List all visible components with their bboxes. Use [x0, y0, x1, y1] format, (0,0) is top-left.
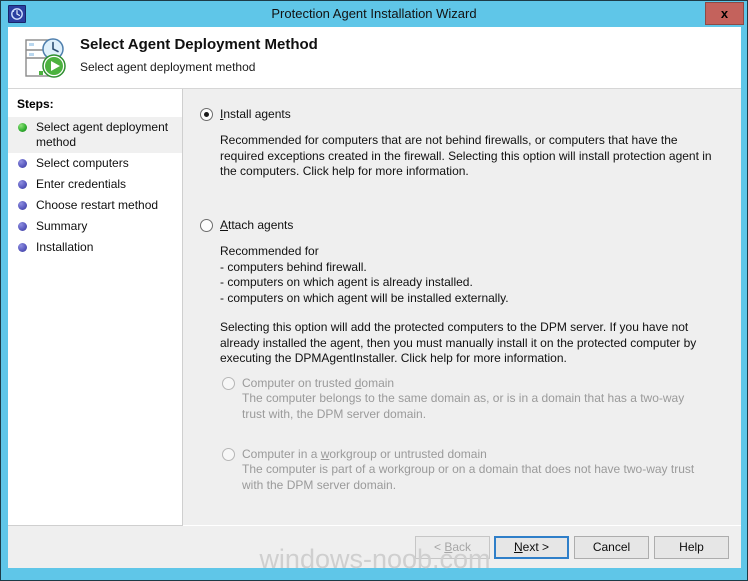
- step-bullet-icon: [18, 243, 27, 252]
- trusted-domain-description: The computer belongs to the same domain …: [242, 391, 685, 421]
- install-agents-label: Install agents: [220, 107, 291, 121]
- access-key: N: [513, 540, 523, 554]
- step-bullet-icon: [18, 123, 27, 132]
- sidebar-item-select-computers[interactable]: Select computers: [8, 153, 182, 174]
- attach-bullet: - computers on which agent is already in…: [220, 275, 473, 289]
- close-icon[interactable]: x: [705, 2, 744, 25]
- trusted-domain-label: Computer on trusted domain: [242, 376, 395, 390]
- window-title: Protection Agent Installation Wizard: [271, 6, 477, 21]
- page-title: Select Agent Deployment Method: [80, 36, 318, 53]
- radio-icon: [222, 448, 235, 461]
- attach-agents-option: Attach agents Recommended for - computer…: [198, 218, 718, 367]
- steps-list: Select agent deployment method Select co…: [8, 117, 182, 258]
- step-bullet-icon: [18, 159, 27, 168]
- install-agents-description: Recommended for computers that are not b…: [220, 133, 712, 178]
- sidebar-item-label: Select agent deployment method: [36, 120, 169, 149]
- sidebar-item-summary[interactable]: Summary: [8, 216, 182, 237]
- workgroup-domain-option: Computer in a workgroup or untrusted dom…: [220, 447, 720, 493]
- sidebar-item-enter-credentials[interactable]: Enter credentials: [8, 174, 182, 195]
- sidebar-item-label: Select computers: [36, 156, 129, 170]
- step-bullet-icon: [18, 180, 27, 189]
- attach-agents-radio-row[interactable]: Attach agents: [198, 218, 718, 232]
- radio-icon[interactable]: [200, 219, 213, 232]
- button-bar: < Back Next > Cancel Help: [8, 527, 741, 568]
- sidebar-item-label: Summary: [36, 219, 88, 233]
- sidebar-item-label: Choose restart method: [36, 198, 159, 212]
- server-clock-play-icon: [20, 32, 72, 84]
- wizard-window: Protection Agent Installation Wizard x S…: [0, 0, 748, 581]
- trusted-domain-radio-row: Computer on trusted domain: [220, 376, 720, 390]
- attach-intro: Recommended for: [220, 244, 319, 258]
- attach-bullet: - computers behind firewall.: [220, 259, 367, 274]
- sidebar-item-label: Enter credentials: [36, 177, 127, 191]
- access-key: A: [220, 218, 229, 232]
- back-button: < Back: [415, 536, 490, 559]
- page-subtitle: Select agent deployment method: [80, 60, 256, 74]
- step-bullet-icon: [18, 201, 27, 210]
- next-button[interactable]: Next >: [494, 536, 569, 559]
- help-button[interactable]: Help: [654, 536, 729, 559]
- radio-icon[interactable]: [200, 108, 213, 121]
- steps-heading: Steps:: [17, 97, 54, 111]
- workgroup-domain-description: The computer is part of a workgroup or o…: [242, 462, 695, 492]
- install-agents-option: Install agents Recommended for computers…: [198, 107, 718, 180]
- steps-sidebar: Steps: Select agent deployment method Se…: [8, 89, 183, 526]
- sidebar-item-label: Installation: [36, 240, 94, 254]
- attach-agents-label: Attach agents: [220, 218, 294, 232]
- workgroup-domain-radio-row: Computer in a workgroup or untrusted dom…: [220, 447, 720, 461]
- workgroup-domain-label: Computer in a workgroup or untrusted dom…: [242, 447, 487, 461]
- sidebar-item-installation[interactable]: Installation: [8, 237, 182, 258]
- attach-note: Selecting this option will add the prote…: [220, 320, 697, 365]
- cancel-button[interactable]: Cancel: [574, 536, 649, 559]
- trusted-domain-option: Computer on trusted domain The computer …: [220, 376, 720, 422]
- sidebar-item-select-agent-deployment-method[interactable]: Select agent deployment method: [8, 117, 182, 153]
- wizard-body: Steps: Select agent deployment method Se…: [8, 89, 741, 568]
- content-pane: Install agents Recommended for computers…: [183, 89, 741, 526]
- install-agents-radio-row[interactable]: Install agents: [198, 107, 718, 121]
- attach-bullet: - computers on which agent will be insta…: [220, 290, 509, 305]
- radio-icon: [222, 377, 235, 390]
- step-bullet-icon: [18, 222, 27, 231]
- wizard-header: Select Agent Deployment Method Select ag…: [8, 27, 741, 89]
- title-bar: Protection Agent Installation Wizard x: [1, 1, 747, 27]
- sidebar-item-choose-restart-method[interactable]: Choose restart method: [8, 195, 182, 216]
